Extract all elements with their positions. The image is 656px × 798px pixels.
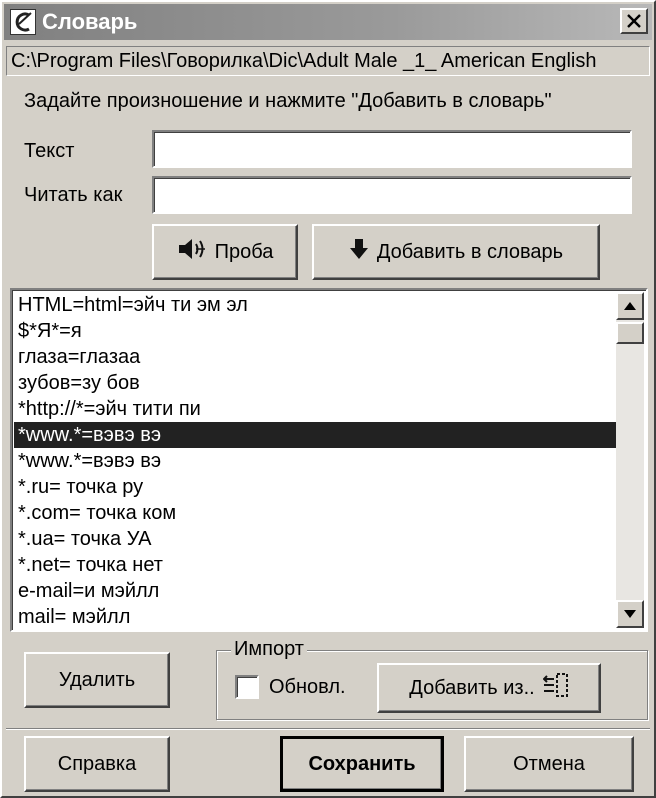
cancel-button-label: Отмена — [513, 752, 585, 775]
add-to-dictionary-button[interactable]: Добавить в словарь — [312, 224, 600, 280]
dictionary-path: C:\Program Files\Говорилка\Dic\Adult Mal… — [6, 46, 650, 76]
list-item[interactable]: HTML=html=эйч ти эм эл — [14, 292, 618, 318]
list-item[interactable]: *.net= точка нет — [14, 552, 618, 578]
read-as-input[interactable] — [152, 176, 632, 214]
add-from-button[interactable]: Добавить из.. — [377, 663, 601, 713]
list-item[interactable]: *.com= точка ком — [14, 500, 618, 526]
close-button[interactable] — [620, 8, 648, 34]
delete-button[interactable]: Удалить — [24, 652, 170, 708]
text-input[interactable] — [152, 130, 632, 168]
close-icon — [627, 14, 641, 28]
help-button-label: Справка — [57, 752, 137, 775]
list-item[interactable]: *http://*=эйч тити пи — [14, 396, 618, 422]
import-group: Импорт Обновл. Добавить из.. — [216, 637, 648, 720]
add-from-button-label: Добавить из.. — [409, 676, 535, 699]
list-item[interactable]: *www.*=вэвэ вэ — [14, 448, 618, 474]
text-label: Текст — [24, 140, 75, 162]
app-logo-icon — [10, 9, 36, 35]
import-list-icon — [542, 672, 569, 704]
list-item[interactable]: глаза=глазаа — [14, 344, 618, 370]
help-button[interactable]: Справка — [24, 736, 170, 792]
import-group-legend: Импорт — [231, 637, 307, 661]
scroll-up-icon — [624, 302, 636, 310]
update-checkbox[interactable] — [235, 675, 259, 699]
speaker-icon — [177, 237, 207, 267]
title-bar[interactable]: Словарь — [4, 4, 652, 40]
list-item[interactable]: *.ua= точка УА — [14, 526, 618, 552]
scroll-down-icon — [624, 610, 636, 618]
scroll-up-button[interactable] — [616, 292, 644, 320]
save-button[interactable]: Сохранить — [280, 736, 444, 792]
list-item[interactable]: зубов=зу бов — [14, 370, 618, 396]
dictionary-window: Словарь C:\Program Files\Говорилка\Dic\A… — [0, 0, 656, 798]
window-title: Словарь — [42, 9, 138, 34]
list-item[interactable]: $*Я*=я — [14, 318, 618, 344]
instruction-text: Задайте произношение и нажмите "Добавить… — [24, 90, 552, 112]
list-item[interactable]: *.ru= точка ру — [14, 474, 618, 500]
save-button-label: Сохранить — [308, 752, 416, 775]
update-checkbox-label: Обновл. — [269, 676, 346, 698]
down-arrow-icon — [349, 238, 369, 266]
scroll-down-button[interactable] — [616, 600, 644, 628]
list-item[interactable]: e-mail=и мэйлл — [14, 578, 618, 604]
cancel-button[interactable]: Отмена — [464, 736, 634, 792]
list-item[interactable]: *www.*=вэвэ вэ — [14, 422, 618, 448]
read-as-label: Читать как — [24, 184, 123, 206]
list-item[interactable]: mail= мэйлл — [14, 604, 618, 630]
test-button-label: Проба — [214, 240, 274, 263]
scroll-thumb[interactable] — [616, 322, 644, 344]
delete-button-label: Удалить — [58, 668, 136, 691]
test-button[interactable]: Проба — [152, 224, 298, 280]
dictionary-list[interactable]: HTML=html=эйч ти эм эл $*Я*=я глаза=глазаа… — [10, 288, 648, 632]
list-scrollbar[interactable] — [616, 292, 644, 628]
bottom-separator — [6, 728, 650, 730]
dictionary-entries: HTML=html=эйч ти эм эл $*Я*=я глаза=глазаа… — [14, 292, 618, 630]
add-to-dictionary-label: Добавить в словарь — [376, 240, 564, 263]
